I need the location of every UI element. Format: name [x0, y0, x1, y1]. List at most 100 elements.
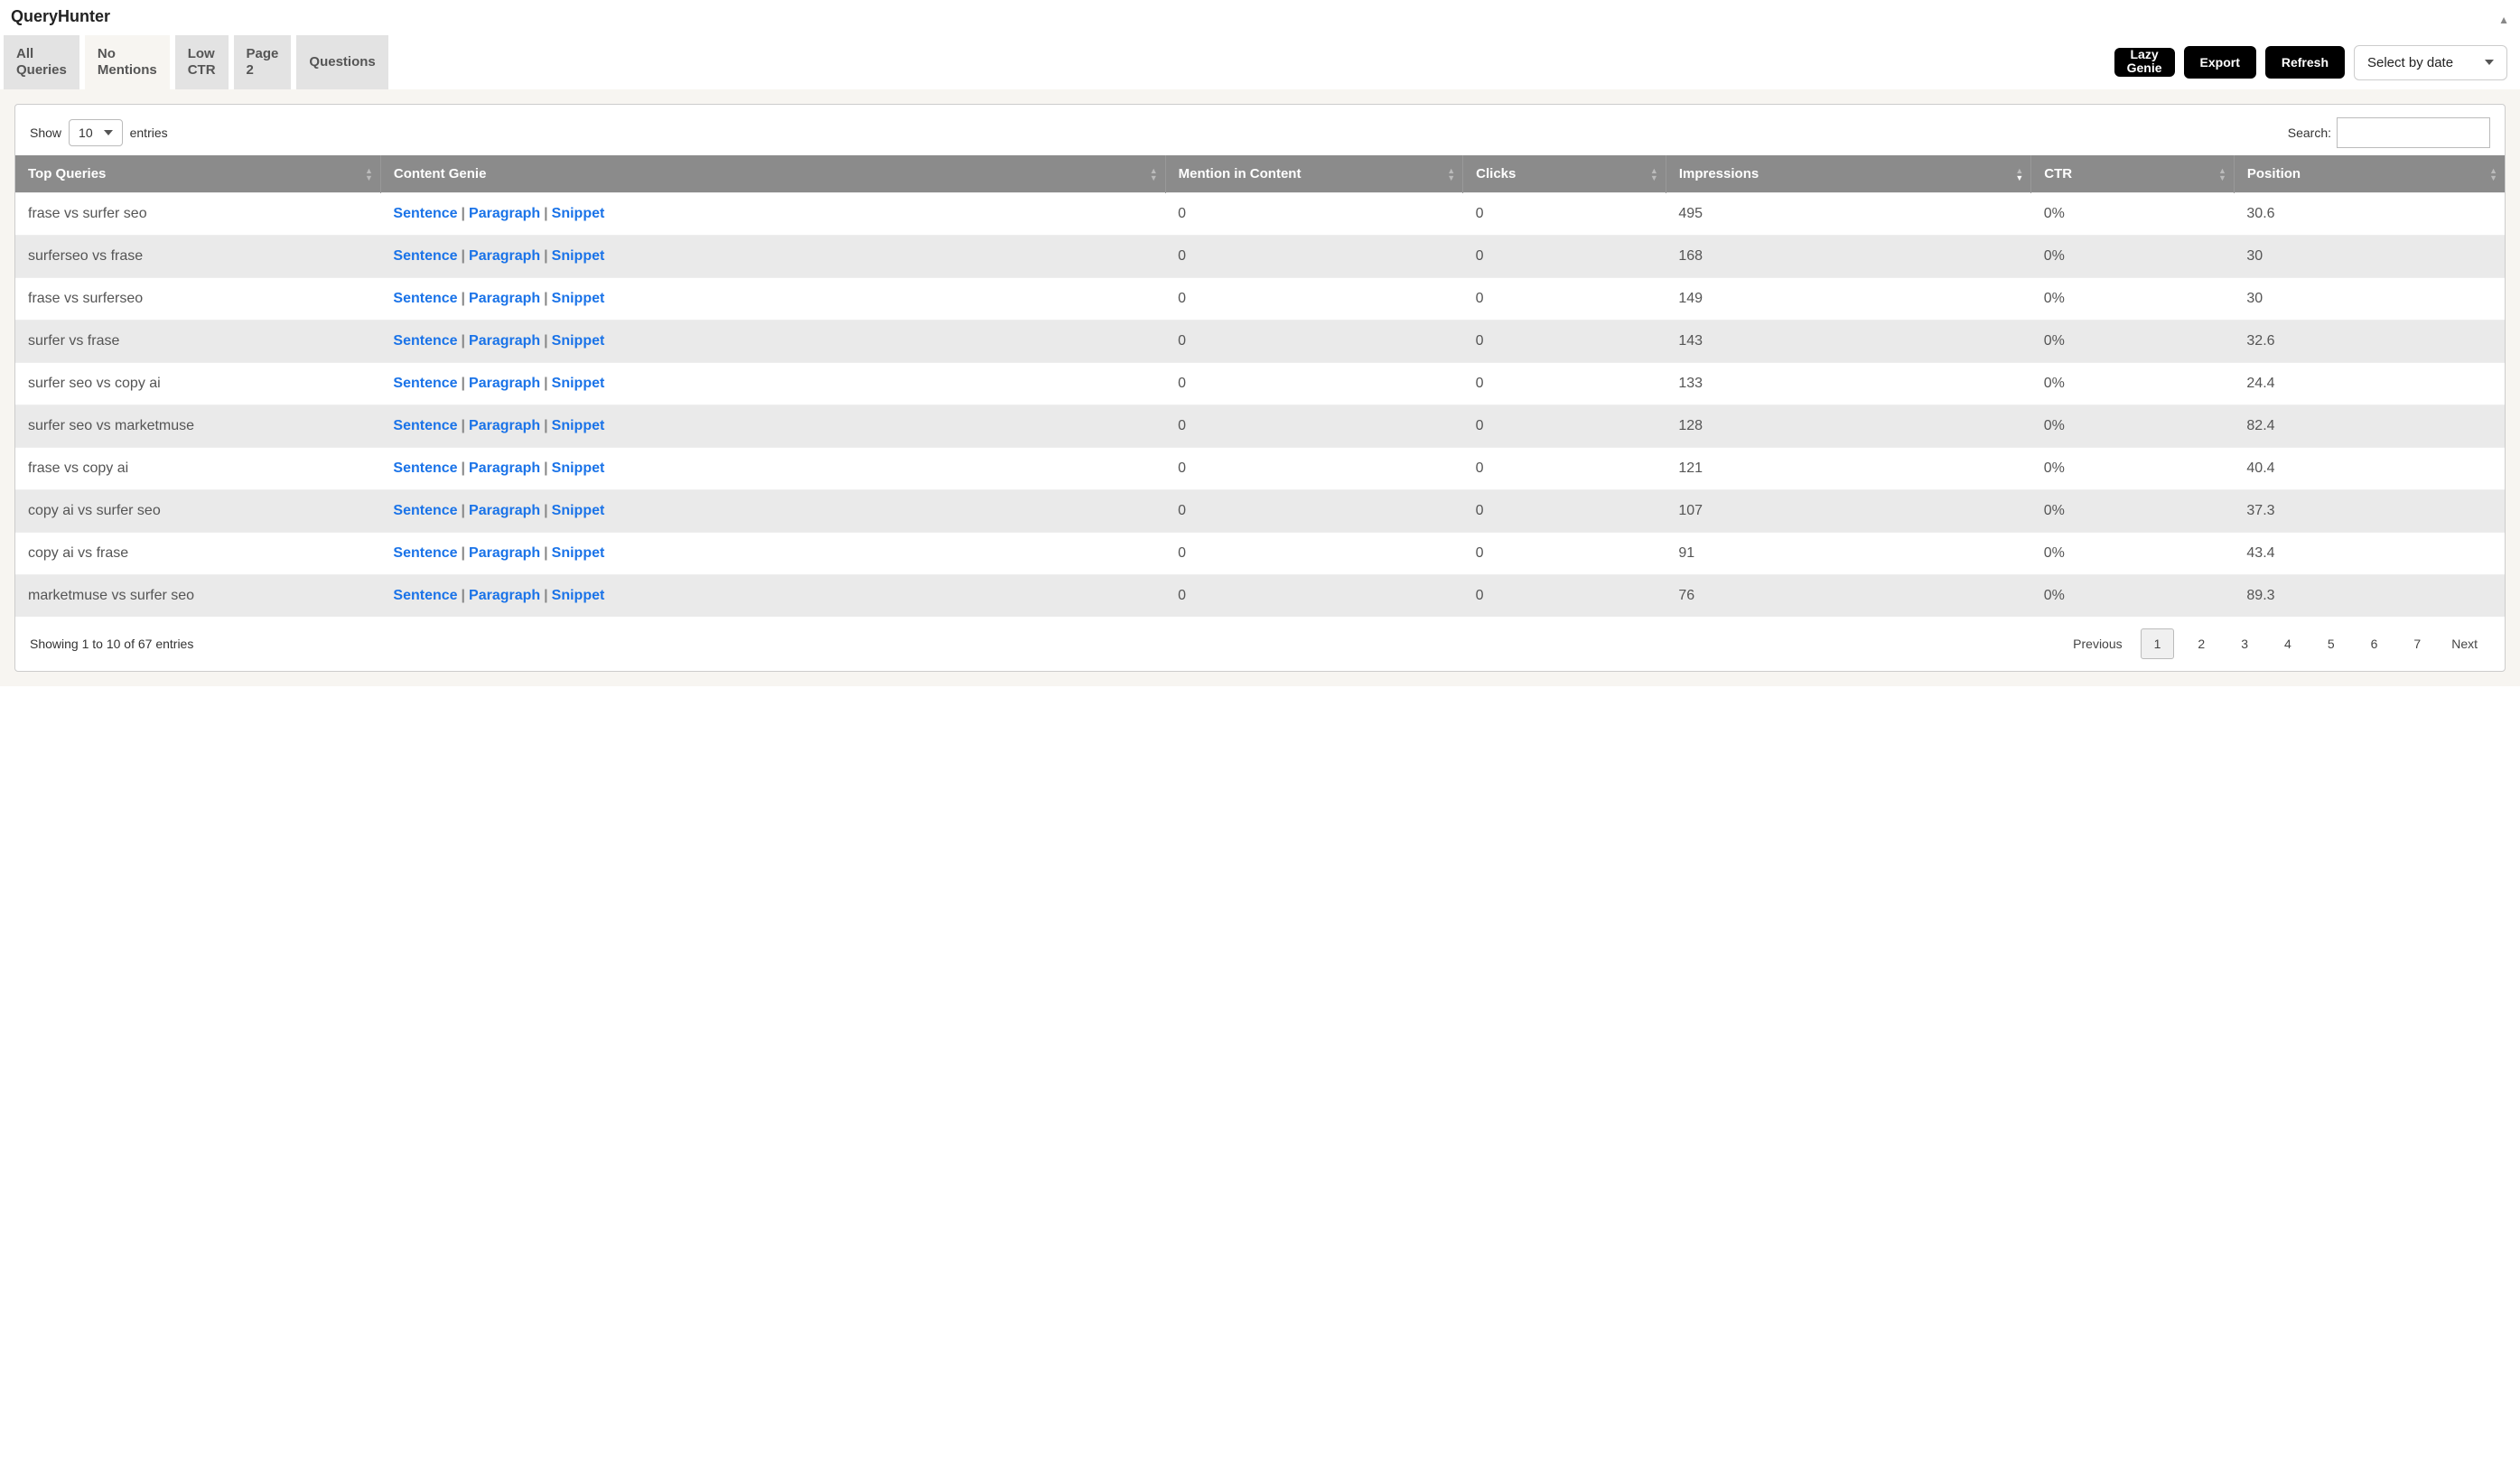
genie-snippet-link[interactable]: Snippet	[552, 291, 605, 306]
genie-snippet-link[interactable]: Snippet	[552, 333, 605, 349]
search-label: Search:	[2288, 126, 2331, 140]
separator: |	[458, 206, 469, 221]
page-2[interactable]: 2	[2185, 629, 2217, 658]
table-row: surfer seo vs copy aiSentence|Paragraph|…	[15, 363, 2505, 405]
col-impressions[interactable]: Impressions▲▼	[1666, 155, 2030, 193]
cell-query: frase vs surferseo	[15, 278, 380, 321]
genie-paragraph-link[interactable]: Paragraph	[469, 588, 540, 603]
col-content-genie[interactable]: Content Genie▲▼	[380, 155, 1165, 193]
cell-ctr: 0%	[2031, 405, 2235, 448]
cell-ctr: 0%	[2031, 278, 2235, 321]
cell-mention: 0	[1165, 236, 1463, 278]
cell-query: copy ai vs surfer seo	[15, 490, 380, 533]
genie-sentence-link[interactable]: Sentence	[393, 545, 457, 561]
cell-query: copy ai vs frase	[15, 533, 380, 575]
separator: |	[540, 460, 551, 476]
genie-paragraph-link[interactable]: Paragraph	[469, 418, 540, 433]
cell-mention: 0	[1165, 575, 1463, 618]
page-7[interactable]: 7	[2401, 629, 2433, 658]
genie-sentence-link[interactable]: Sentence	[393, 376, 457, 391]
genie-snippet-link[interactable]: Snippet	[552, 248, 605, 264]
cell-position: 30	[2234, 278, 2505, 321]
genie-sentence-link[interactable]: Sentence	[393, 418, 457, 433]
separator: |	[540, 333, 551, 349]
cell-genie: Sentence|Paragraph|Snippet	[380, 193, 1165, 236]
tab-low-ctr[interactable]: Low CTR	[175, 35, 229, 89]
cell-ctr: 0%	[2031, 533, 2235, 575]
genie-snippet-link[interactable]: Snippet	[552, 503, 605, 518]
col-mention[interactable]: Mention in Content▲▼	[1165, 155, 1463, 193]
genie-paragraph-link[interactable]: Paragraph	[469, 503, 540, 518]
queries-table: Top Queries▲▼ Content Genie▲▼ Mention in…	[15, 155, 2505, 617]
genie-sentence-link[interactable]: Sentence	[393, 588, 457, 603]
genie-paragraph-link[interactable]: Paragraph	[469, 291, 540, 306]
page-prev[interactable]: Previous	[2060, 629, 2134, 658]
refresh-button[interactable]: Refresh	[2265, 46, 2345, 79]
genie-paragraph-link[interactable]: Paragraph	[469, 333, 540, 349]
cell-query: frase vs surfer seo	[15, 193, 380, 236]
table-row: frase vs copy aiSentence|Paragraph|Snipp…	[15, 448, 2505, 490]
cell-impressions: 121	[1666, 448, 2030, 490]
col-top-queries[interactable]: Top Queries▲▼	[15, 155, 380, 193]
genie-snippet-link[interactable]: Snippet	[552, 418, 605, 433]
table-info: Showing 1 to 10 of 67 entries	[30, 637, 193, 651]
search-input[interactable]	[2337, 117, 2490, 148]
page-length-select[interactable]: 10	[69, 119, 123, 146]
page-5[interactable]: 5	[2315, 629, 2347, 658]
pagination: Previous 1234567 Next	[2060, 629, 2490, 658]
genie-sentence-link[interactable]: Sentence	[393, 333, 457, 349]
cell-position: 43.4	[2234, 533, 2505, 575]
tab-questions[interactable]: Questions	[296, 35, 387, 89]
genie-sentence-link[interactable]: Sentence	[393, 291, 457, 306]
page-length-value: 10	[79, 126, 93, 140]
cell-clicks: 0	[1463, 575, 1666, 618]
genie-snippet-link[interactable]: Snippet	[552, 545, 605, 561]
cell-clicks: 0	[1463, 321, 1666, 363]
page-1[interactable]: 1	[2141, 628, 2175, 659]
tab-page-2[interactable]: Page 2	[234, 35, 292, 89]
tab-no-mentions[interactable]: No Mentions	[85, 35, 170, 89]
col-position[interactable]: Position▲▼	[2234, 155, 2505, 193]
genie-snippet-link[interactable]: Snippet	[552, 376, 605, 391]
lazy-genie-button[interactable]: Lazy Genie	[2114, 48, 2175, 77]
genie-sentence-link[interactable]: Sentence	[393, 248, 457, 264]
cell-genie: Sentence|Paragraph|Snippet	[380, 236, 1165, 278]
genie-paragraph-link[interactable]: Paragraph	[469, 248, 540, 264]
cell-genie: Sentence|Paragraph|Snippet	[380, 533, 1165, 575]
table-row: copy ai vs surfer seoSentence|Paragraph|…	[15, 490, 2505, 533]
cell-impressions: 107	[1666, 490, 2030, 533]
cell-query: surfer seo vs copy ai	[15, 363, 380, 405]
genie-paragraph-link[interactable]: Paragraph	[469, 545, 540, 561]
page-4[interactable]: 4	[2272, 629, 2304, 658]
genie-paragraph-link[interactable]: Paragraph	[469, 206, 540, 221]
page-next[interactable]: Next	[2439, 629, 2490, 658]
table-row: marketmuse vs surfer seoSentence|Paragra…	[15, 575, 2505, 618]
cell-genie: Sentence|Paragraph|Snippet	[380, 575, 1165, 618]
scroll-top-icon[interactable]: ▲	[2498, 14, 2509, 26]
genie-snippet-link[interactable]: Snippet	[552, 460, 605, 476]
separator: |	[458, 460, 469, 476]
cell-query: frase vs copy ai	[15, 448, 380, 490]
genie-paragraph-link[interactable]: Paragraph	[469, 460, 540, 476]
col-ctr[interactable]: CTR▲▼	[2031, 155, 2235, 193]
cell-query: surfer vs frase	[15, 321, 380, 363]
date-select[interactable]: Select by date	[2354, 45, 2507, 80]
filter-tabs: All Queries No Mentions Low CTR Page 2 Q…	[4, 35, 388, 89]
genie-snippet-link[interactable]: Snippet	[552, 588, 605, 603]
cell-position: 24.4	[2234, 363, 2505, 405]
genie-sentence-link[interactable]: Sentence	[393, 206, 457, 221]
chevron-down-icon	[2485, 60, 2494, 65]
genie-sentence-link[interactable]: Sentence	[393, 503, 457, 518]
genie-snippet-link[interactable]: Snippet	[552, 206, 605, 221]
export-button[interactable]: Export	[2184, 46, 2256, 79]
tab-all-queries[interactable]: All Queries	[4, 35, 79, 89]
col-clicks[interactable]: Clicks▲▼	[1463, 155, 1666, 193]
cell-genie: Sentence|Paragraph|Snippet	[380, 490, 1165, 533]
page-3[interactable]: 3	[2228, 629, 2261, 658]
table-row: frase vs surfer seoSentence|Paragraph|Sn…	[15, 193, 2505, 236]
table-row: surfer seo vs marketmuseSentence|Paragra…	[15, 405, 2505, 448]
genie-sentence-link[interactable]: Sentence	[393, 460, 457, 476]
genie-paragraph-link[interactable]: Paragraph	[469, 376, 540, 391]
separator: |	[458, 545, 469, 561]
page-6[interactable]: 6	[2358, 629, 2391, 658]
